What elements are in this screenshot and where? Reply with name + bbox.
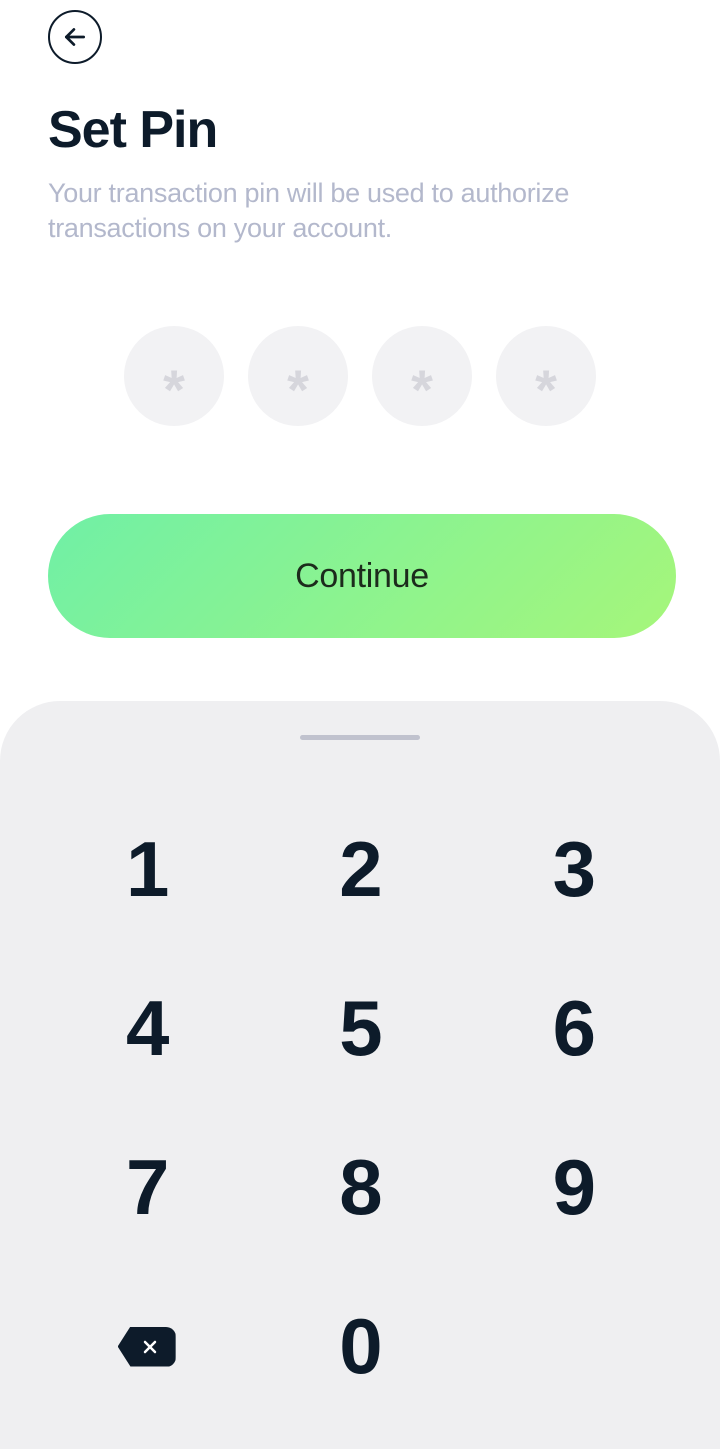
key-9[interactable]: 9 [467,1108,680,1267]
sheet-grabber[interactable] [300,735,420,740]
key-5[interactable]: 5 [253,949,466,1108]
key-3[interactable]: 3 [467,790,680,949]
key-7[interactable]: 7 [40,1108,253,1267]
arrow-left-icon [62,24,88,50]
key-backspace[interactable] [40,1267,253,1426]
key-4[interactable]: 4 [40,949,253,1108]
key-empty [467,1267,680,1426]
key-8[interactable]: 8 [253,1108,466,1267]
key-0[interactable]: 0 [253,1267,466,1426]
back-button[interactable] [48,10,102,64]
page-subtitle: Your transaction pin will be used to aut… [48,176,648,246]
numeric-keypad: 1 2 3 4 5 6 7 8 9 0 [0,790,720,1426]
continue-button[interactable]: Continue [48,514,676,638]
key-6[interactable]: 6 [467,949,680,1108]
backspace-icon [118,1327,176,1367]
page-title: Set Pin [48,100,672,160]
pin-input-group: * * * * [48,326,672,426]
pin-slot-4: * [496,326,596,426]
pin-slot-2: * [248,326,348,426]
keypad-panel: 1 2 3 4 5 6 7 8 9 0 [0,701,720,1449]
key-2[interactable]: 2 [253,790,466,949]
pin-slot-1: * [124,326,224,426]
pin-slot-3: * [372,326,472,426]
key-1[interactable]: 1 [40,790,253,949]
